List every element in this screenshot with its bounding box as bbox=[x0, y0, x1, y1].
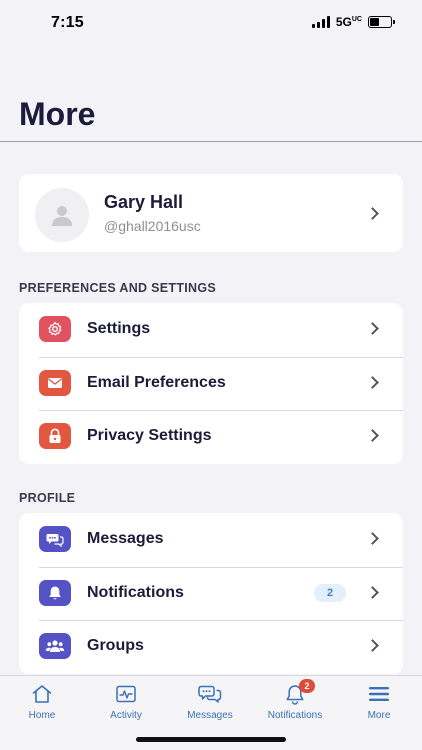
notification-badge: 2 bbox=[299, 679, 315, 693]
list-item-label: Notifications bbox=[87, 583, 184, 601]
section-header-preferences: PREFERENCES AND SETTINGS bbox=[19, 281, 217, 295]
status-time: 7:15 bbox=[51, 14, 84, 31]
tab-home[interactable]: Home bbox=[0, 682, 84, 721]
gear-icon bbox=[39, 316, 71, 342]
tab-label: Home bbox=[28, 710, 56, 721]
chevron-right-icon bbox=[366, 207, 379, 220]
tab-bar: Home Activity Messages 2 Notifications M… bbox=[0, 675, 422, 750]
tab-notifications[interactable]: 2 Notifications bbox=[253, 679, 337, 721]
list-item-notifications[interactable]: Notifications 2 bbox=[19, 566, 403, 621]
chevron-right-icon bbox=[366, 585, 379, 599]
tab-label: More bbox=[367, 710, 391, 721]
tab-label: Notifications bbox=[267, 710, 323, 721]
lock-icon bbox=[39, 423, 71, 449]
profile-name: Gary Hall bbox=[104, 192, 184, 212]
preferences-list: Settings Email Preferences Privacy Setti… bbox=[19, 303, 403, 464]
list-item-messages[interactable]: Messages bbox=[19, 513, 403, 567]
chat-icon bbox=[39, 526, 71, 552]
tab-label: Activity bbox=[110, 710, 142, 721]
people-icon bbox=[39, 633, 71, 659]
network-label: 5GUC bbox=[335, 15, 362, 29]
chevron-right-icon bbox=[366, 322, 379, 335]
tab-label: Messages bbox=[187, 710, 233, 721]
profile-list: Messages Notifications 2 Groups bbox=[19, 513, 403, 674]
status-indicators: 5GUC bbox=[311, 15, 395, 29]
list-item-label: Email Preferences bbox=[87, 373, 226, 391]
profile-card[interactable]: Gary Hall @ghall2016usc bbox=[19, 174, 403, 252]
profile-handle: @ghall2016usc bbox=[104, 218, 201, 234]
bell-icon bbox=[39, 579, 71, 606]
chevron-right-icon bbox=[366, 375, 379, 389]
section-header-profile: PROFILE bbox=[19, 491, 76, 505]
person-icon bbox=[52, 206, 72, 226]
status-bar: 7:15 5GUC bbox=[0, 0, 422, 46]
battery-icon bbox=[368, 16, 395, 28]
chevron-right-icon bbox=[366, 639, 379, 652]
envelope-icon bbox=[39, 369, 71, 396]
more-screen: 7:15 5GUC More Gary Hall @ghall2016usc P… bbox=[0, 0, 422, 750]
list-item-label: Groups bbox=[87, 637, 144, 654]
list-item-settings[interactable]: Settings bbox=[19, 303, 403, 357]
signal-icon bbox=[311, 16, 330, 28]
title-divider bbox=[0, 141, 422, 142]
list-item-groups[interactable]: Groups bbox=[19, 620, 403, 674]
tab-activity[interactable]: Activity bbox=[84, 682, 168, 721]
avatar bbox=[35, 188, 89, 242]
activity-icon bbox=[84, 682, 168, 706]
list-item-label: Privacy Settings bbox=[87, 427, 212, 444]
page-title: More bbox=[19, 96, 96, 132]
tab-more[interactable]: More bbox=[337, 682, 421, 721]
list-item-email-preferences[interactable]: Email Preferences bbox=[19, 356, 403, 411]
home-indicator bbox=[136, 737, 286, 742]
tab-messages[interactable]: Messages bbox=[168, 682, 252, 721]
chat-icon bbox=[168, 682, 252, 706]
chevron-right-icon bbox=[366, 429, 379, 442]
menu-icon bbox=[337, 682, 421, 706]
chevron-right-icon bbox=[366, 532, 379, 545]
notification-count-badge: 2 bbox=[314, 583, 346, 602]
list-item-privacy-settings[interactable]: Privacy Settings bbox=[19, 410, 403, 464]
home-icon bbox=[0, 682, 84, 706]
bell-icon: 2 bbox=[253, 679, 337, 706]
list-item-label: Settings bbox=[87, 320, 151, 337]
list-item-label: Messages bbox=[87, 530, 164, 547]
